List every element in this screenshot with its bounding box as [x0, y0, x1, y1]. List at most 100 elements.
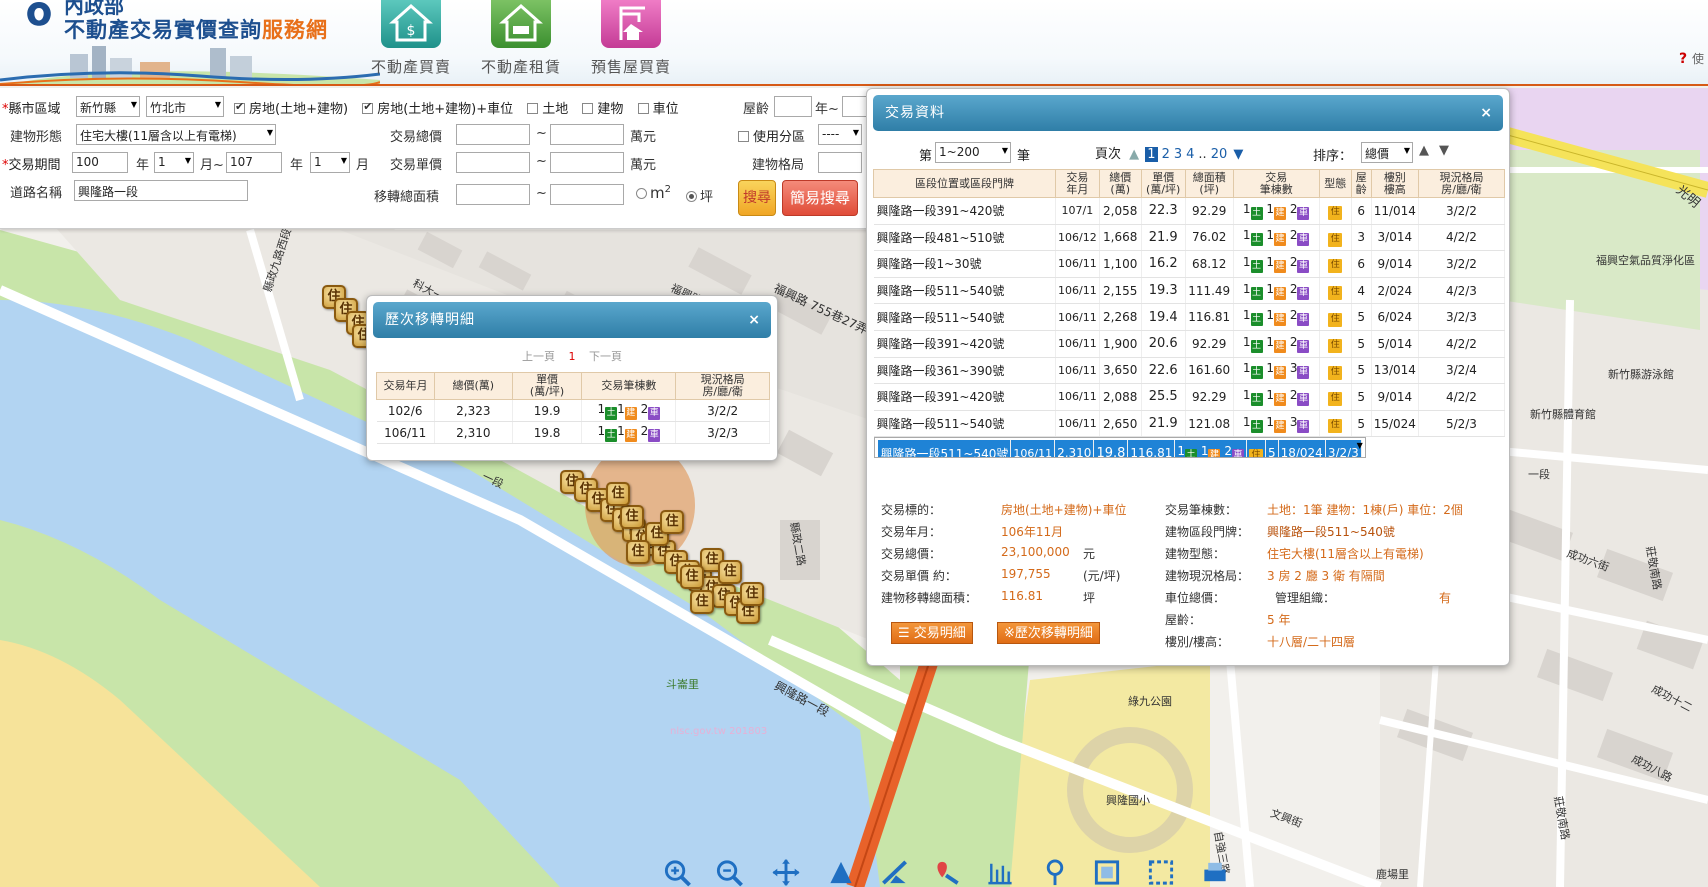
history-row[interactable]: 102/6 2,323 19.9 1土 1建 2車 3/2/2	[376, 399, 770, 422]
tab-presale[interactable]: 預售屋買賣	[576, 0, 686, 77]
age-from-input[interactable]	[774, 96, 812, 117]
trade-detail-button[interactable]: ☰ 交易明細	[891, 622, 973, 644]
unit-price-min-input[interactable]	[456, 152, 530, 173]
trade-row[interactable]: 興隆路一段511~540號 106/11 2,650 21.9 121.08 1土 1建 …	[873, 410, 1506, 438]
property-marker-icon[interactable]: 住	[626, 540, 650, 564]
page-next-icon[interactable]: ▼	[1233, 147, 1243, 162]
property-marker-icon[interactable]: 住	[606, 482, 630, 506]
road-input[interactable]: 興隆路一段	[74, 180, 248, 201]
tab-rent[interactable]: 不動產租賃	[466, 0, 576, 77]
history-close-icon[interactable]: ×	[748, 302, 761, 338]
detail-age: 屋齡：	[1165, 611, 1201, 628]
history-detail-button[interactable]: ※歷次移轉明細	[997, 622, 1100, 644]
period-from-year-input[interactable]: 100	[72, 152, 128, 173]
type-house-land-checkbox[interactable]	[234, 100, 245, 114]
layout-input[interactable]	[818, 152, 862, 173]
type-building[interactable]: 建物	[582, 102, 623, 117]
page-link[interactable]: 3	[1174, 147, 1182, 162]
scale-icon[interactable]	[985, 858, 1015, 887]
detail-unitp-val: 197,755	[1001, 567, 1051, 581]
property-marker-icon[interactable]: 住	[740, 582, 764, 606]
page-prev-icon[interactable]: ▲	[1129, 147, 1139, 162]
type-house-parking-checkbox[interactable]	[362, 100, 374, 114]
area-max-input[interactable]	[550, 184, 624, 205]
type-building-checkbox[interactable]	[582, 103, 594, 114]
measure-line-icon[interactable]	[880, 858, 910, 887]
sort-desc-icon[interactable]: ▼	[1439, 143, 1449, 158]
area-unit-m2[interactable]: m2	[636, 184, 671, 202]
history-row[interactable]: 106/11 2,310 19.8 1土 1建 2車 3/2/3	[376, 421, 770, 444]
property-marker-icon[interactable]: 住	[620, 505, 644, 529]
period-to-year-value: 107	[230, 155, 253, 169]
period-to-month-select[interactable]: 1	[310, 152, 350, 173]
locate-icon[interactable]	[932, 858, 962, 887]
trade-row[interactable]: 興隆路一段391~420號 106/11 1,900 20.6 92.29 1土 1建 2…	[873, 330, 1506, 358]
range-select[interactable]: 1~200	[935, 142, 1011, 163]
trade-row[interactable]: 興隆路一段511~540號 106/11 2,310 19.8 116.81 1土 1建 …	[873, 437, 1366, 459]
type-land-checkbox[interactable]	[527, 103, 539, 114]
type-land[interactable]: 土地	[527, 102, 568, 117]
zoom-in-icon[interactable]	[662, 858, 692, 887]
area-unit-ping-radio[interactable]	[686, 191, 697, 202]
property-marker-icon[interactable]: 住	[690, 590, 714, 614]
trade-row[interactable]: 興隆路一段1~30號 106/11 1,100 16.2 68.12 1土 1建 2車住 6…	[873, 250, 1506, 278]
property-marker-icon[interactable]: 住	[660, 510, 684, 534]
page-link[interactable]: 4	[1186, 147, 1194, 162]
property-marker-icon[interactable]: 住	[680, 565, 704, 589]
history-prev-link[interactable]: 上一頁	[522, 350, 555, 363]
trade-row[interactable]: 興隆路一段511~540號 106/11 2,155 19.3 111.49 1土 1建 …	[873, 277, 1506, 305]
area-min-input[interactable]	[456, 184, 530, 205]
period-to-year-input[interactable]: 107	[226, 152, 282, 173]
frame-icon[interactable]	[1146, 858, 1176, 887]
page-link[interactable]: 1	[1145, 147, 1158, 162]
area-unit-m2-radio[interactable]	[636, 188, 647, 199]
trade-row[interactable]: 興隆路一段361~390號 106/11 3,650 22.6 161.60 1土 1建 …	[873, 357, 1506, 385]
detail-total: 交易總價：	[881, 545, 941, 562]
tab-sale[interactable]: $ 不動產買賣	[356, 0, 466, 77]
page-link[interactable]: 2	[1162, 147, 1170, 162]
total-price-max-input[interactable]	[550, 124, 624, 145]
zoning[interactable]: 使用分區	[738, 126, 805, 145]
type-house-land[interactable]: 房地(土地+建物)	[234, 100, 348, 117]
fullextent-icon[interactable]	[1092, 858, 1122, 887]
type-house-parking[interactable]: 房地(土地+建物)+車位	[362, 100, 513, 117]
help-link[interactable]: ? 使	[1679, 50, 1704, 67]
page-link[interactable]: 20	[1211, 147, 1228, 162]
detail-count-val: 土地：1筆 建物：1棟(戶) 車位：2個	[1267, 501, 1463, 518]
trade-row[interactable]: 興隆路一段391~420號 107/1 2,058 22.3 92.29 1土 1建 2車…	[873, 197, 1506, 225]
detail-ym-key: 交易年月：	[881, 525, 942, 539]
pan-icon[interactable]	[771, 858, 801, 887]
trade-row[interactable]: 興隆路一段481~510號 106/12 1,668 21.9 76.02 1土 1建 2…	[873, 224, 1506, 252]
easy-search-button[interactable]: 簡易搜尋	[782, 180, 858, 216]
area-unit-ping[interactable]: 坪	[686, 186, 713, 205]
type-parking[interactable]: 車位	[637, 102, 679, 117]
sort-select[interactable]: 總價	[1361, 142, 1413, 163]
measure-area-icon[interactable]	[826, 858, 856, 887]
period-from-month-select[interactable]: 1	[154, 152, 194, 173]
search-button[interactable]: 搜尋	[738, 180, 776, 216]
zoning-checkbox[interactable]	[738, 131, 749, 142]
property-marker-icon[interactable]: 住	[718, 560, 742, 584]
zoom-out-icon[interactable]	[714, 858, 744, 887]
detail-target-value: 房地(土地+建物)+車位	[1001, 503, 1127, 517]
detail-age-key: 屋齡：	[1165, 613, 1202, 627]
type-parking-checkbox[interactable]	[637, 103, 649, 114]
detail-unitp-unit-text: (元/坪)	[1083, 569, 1121, 583]
county-select[interactable]: 新竹縣	[76, 96, 140, 117]
building-type-select[interactable]: 住宅大樓(11層含以上有電梯)	[76, 124, 276, 145]
total-price-min-input[interactable]	[456, 124, 530, 145]
history-table: 交易年月 總價(萬) 單價 (萬/坪) 交易筆棟數 現況格局 房/廳/衛 102…	[376, 372, 770, 444]
district-select[interactable]: 竹北市	[146, 96, 224, 117]
zoning-select[interactable]: ----	[818, 124, 862, 145]
trade-row[interactable]: 興隆路一段391~420號 106/11 2,088 25.5 92.29 1土 1建 2…	[873, 383, 1506, 411]
sort-asc-icon[interactable]: ▲	[1419, 143, 1429, 158]
trade-cell-age: 5	[1351, 383, 1372, 411]
history-next-link[interactable]: 下一頁	[589, 350, 622, 363]
pin-icon[interactable]	[1040, 858, 1070, 887]
trade-cell-total: 2,155	[1099, 277, 1142, 305]
trade-row[interactable]: 興隆路一段511~540號 106/11 2,268 19.4 116.81 1土 1建 …	[873, 303, 1506, 331]
print-icon[interactable]	[1200, 858, 1230, 887]
building-badge-icon: 建	[1274, 206, 1287, 220]
trade-close-icon[interactable]: ×	[1480, 95, 1493, 131]
unit-price-max-input[interactable]	[550, 152, 624, 173]
